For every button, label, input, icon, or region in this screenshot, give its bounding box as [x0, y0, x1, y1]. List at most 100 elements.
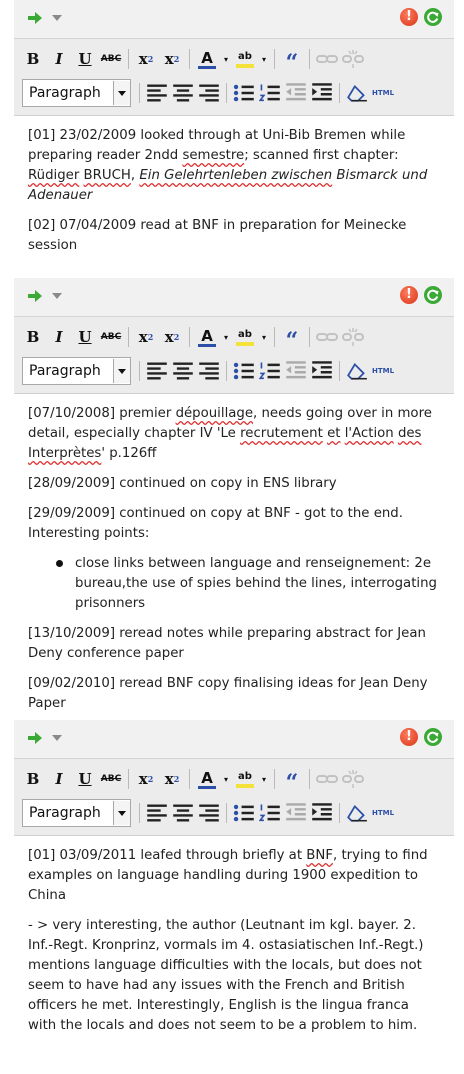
align-center-icon[interactable]: [172, 359, 194, 383]
indent-icon[interactable]: [311, 81, 333, 105]
highlight-button[interactable]: ab: [234, 325, 256, 349]
underline-button[interactable]: U: [74, 767, 96, 791]
link-icon[interactable]: [316, 767, 338, 791]
strikethrough-button[interactable]: ABC: [100, 767, 122, 791]
indent-icon[interactable]: [311, 359, 333, 383]
italic-button[interactable]: I: [48, 767, 70, 791]
eraser-icon[interactable]: [346, 359, 368, 383]
align-left-icon[interactable]: [146, 81, 168, 105]
html-button[interactable]: HTML: [372, 81, 394, 105]
format-select[interactable]: Paragraph: [22, 79, 131, 107]
highlight-swatch: [236, 784, 254, 788]
green-arrow-icon[interactable]: [28, 290, 42, 302]
highlight-button[interactable]: ab: [234, 767, 256, 791]
chevron-down-icon: [113, 81, 130, 105]
bullet-list-icon[interactable]: [233, 81, 255, 105]
green-arrow-icon[interactable]: [28, 12, 42, 24]
chevron-down-icon[interactable]: [52, 735, 62, 741]
html-button[interactable]: HTML: [372, 359, 394, 383]
format-select[interactable]: Paragraph: [22, 799, 131, 827]
superscript-button[interactable]: x2: [161, 767, 183, 791]
strikethrough-button[interactable]: ABC: [100, 325, 122, 349]
blockquote-button[interactable]: “: [281, 763, 303, 796]
superscript-label: x: [164, 50, 174, 68]
warning-icon[interactable]: !: [400, 728, 418, 746]
subscript-mark: 2: [147, 774, 154, 784]
warning-icon[interactable]: !: [400, 8, 418, 26]
unlink-icon[interactable]: [342, 767, 364, 791]
bold-button[interactable]: B: [22, 325, 44, 349]
align-center-icon[interactable]: [172, 801, 194, 825]
numbered-list-icon[interactable]: [259, 81, 281, 105]
align-right-icon[interactable]: [198, 81, 220, 105]
link-icon[interactable]: [316, 47, 338, 71]
editor-content[interactable]: [01] 23/02/2009 looked through at Uni-Bi…: [14, 116, 454, 256]
bullet-list-icon[interactable]: [233, 801, 255, 825]
underline-button[interactable]: U: [74, 47, 96, 71]
bold-button[interactable]: B: [22, 47, 44, 71]
align-left-icon[interactable]: [146, 359, 168, 383]
align-right-icon[interactable]: [198, 801, 220, 825]
superscript-button[interactable]: x2: [161, 325, 183, 349]
format-select-value: Paragraph: [29, 363, 101, 379]
spellcheck-word: Ein Gelehrtenleben zwischen: [139, 168, 333, 183]
toolbar-separator: [189, 49, 190, 69]
blockquote-button[interactable]: “: [281, 321, 303, 354]
chevron-down-icon[interactable]: [52, 293, 62, 299]
italic-button[interactable]: I: [48, 47, 70, 71]
refresh-icon[interactable]: [424, 286, 442, 304]
bullet-list-icon[interactable]: [233, 359, 255, 383]
subscript-button[interactable]: x2: [135, 325, 157, 349]
outdent-icon[interactable]: [285, 81, 307, 105]
note-paragraph: [02] 07/04/2009 read at BNF in preparati…: [28, 216, 440, 256]
refresh-icon[interactable]: [424, 728, 442, 746]
chevron-down-icon[interactable]: [52, 15, 62, 21]
numbered-list-icon[interactable]: [259, 359, 281, 383]
highlight-swatch: [236, 342, 254, 346]
chevron-down-icon: [113, 359, 130, 383]
text-color-dropdown[interactable]: ▾: [222, 47, 230, 71]
eraser-icon[interactable]: [346, 801, 368, 825]
notes-editor-1: ! B I U ABC x2 x2 A ▾ ab ▾ “ Paragraph H…: [14, 0, 454, 272]
note-text: [02] 07/04/2009 read at BNF in preparati…: [28, 218, 407, 253]
text-color-dropdown[interactable]: ▾: [222, 325, 230, 349]
highlight-dropdown[interactable]: ▾: [260, 47, 268, 71]
text-color-button[interactable]: A: [196, 325, 218, 349]
editor-content[interactable]: [01] 03/09/2011 leafed through briefly a…: [14, 836, 454, 1036]
blockquote-button[interactable]: “: [281, 43, 303, 76]
warning-icon[interactable]: !: [400, 286, 418, 304]
text-color-button[interactable]: A: [196, 47, 218, 71]
superscript-button[interactable]: x2: [161, 47, 183, 71]
italic-button[interactable]: I: [48, 325, 70, 349]
text-color-button[interactable]: A: [196, 767, 218, 791]
note-text: [28/09/2009] continued on copy in ENS li…: [28, 476, 337, 491]
link-icon[interactable]: [316, 325, 338, 349]
outdent-icon[interactable]: [285, 359, 307, 383]
toolbar-separator: [139, 361, 140, 381]
unlink-icon[interactable]: [342, 325, 364, 349]
numbered-list-icon[interactable]: [259, 801, 281, 825]
html-button[interactable]: HTML: [372, 801, 394, 825]
underline-button[interactable]: U: [74, 325, 96, 349]
highlight-button[interactable]: ab: [234, 47, 256, 71]
strikethrough-button[interactable]: ABC: [100, 47, 122, 71]
toolbar-separator: [339, 803, 340, 823]
refresh-icon[interactable]: [424, 8, 442, 26]
eraser-icon[interactable]: [346, 81, 368, 105]
indent-icon[interactable]: [311, 801, 333, 825]
subscript-button[interactable]: x2: [135, 767, 157, 791]
green-arrow-icon[interactable]: [28, 732, 42, 744]
outdent-icon[interactable]: [285, 801, 307, 825]
unlink-icon[interactable]: [342, 47, 364, 71]
align-center-icon[interactable]: [172, 81, 194, 105]
editor-content[interactable]: [07/10/2008] premier dépouillage, needs …: [14, 394, 454, 712]
note-paragraph: [01] 23/02/2009 looked through at Uni-Bi…: [28, 126, 440, 206]
highlight-dropdown[interactable]: ▾: [260, 767, 268, 791]
align-right-icon[interactable]: [198, 359, 220, 383]
align-left-icon[interactable]: [146, 801, 168, 825]
bold-button[interactable]: B: [22, 767, 44, 791]
format-select[interactable]: Paragraph: [22, 357, 131, 385]
subscript-button[interactable]: x2: [135, 47, 157, 71]
highlight-dropdown[interactable]: ▾: [260, 325, 268, 349]
text-color-dropdown[interactable]: ▾: [222, 767, 230, 791]
